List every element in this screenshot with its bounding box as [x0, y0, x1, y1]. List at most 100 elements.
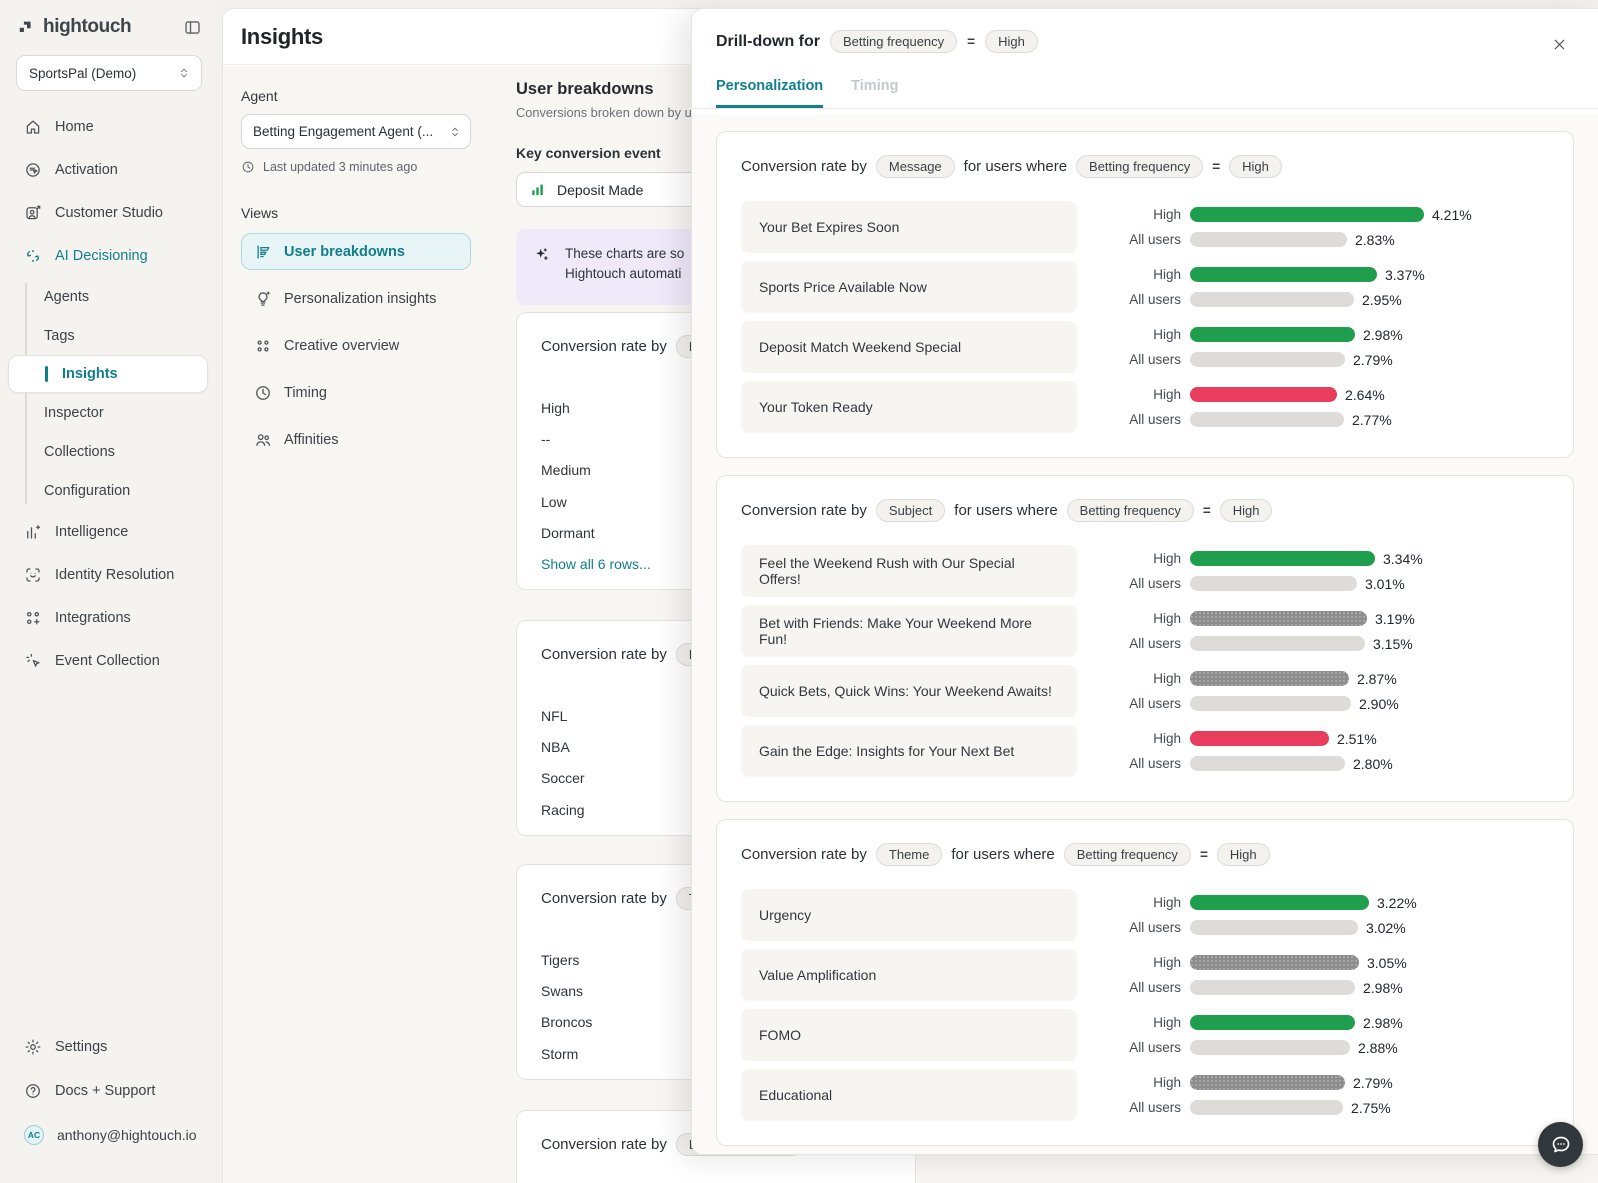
dimension-pill[interactable]: Theme [876, 843, 942, 866]
collapse-sidebar-icon[interactable] [183, 18, 202, 37]
chat-button[interactable] [1538, 1122, 1583, 1167]
sidebar-item-inspector[interactable]: Inspector [0, 393, 216, 432]
primary-series-label: High [1077, 731, 1181, 746]
baseline-bar-line: All users 3.02% [1077, 920, 1549, 936]
help-icon [24, 1082, 42, 1100]
sidebar-item-insights[interactable]: Insights [8, 355, 208, 393]
primary-bar-line: High 3.37% [1077, 267, 1549, 283]
baseline-series-label: All users [1077, 1040, 1181, 1055]
condition-value-pill[interactable]: High [1220, 499, 1273, 522]
baseline-series-label: All users [1077, 232, 1181, 247]
sidebar-item-configuration[interactable]: Configuration [0, 471, 216, 510]
primary-bar-line: High 4.21% [1077, 207, 1549, 223]
primary-bar [1190, 207, 1424, 222]
baseline-value: 2.75% [1351, 1100, 1391, 1116]
sidebar-item-event-collection[interactable]: Event Collection [0, 639, 216, 682]
view-item-creative-overview[interactable]: Creative overview [241, 327, 471, 364]
view-item-user-breakdowns[interactable]: User breakdowns [241, 233, 471, 270]
view-item-label: Timing [284, 385, 327, 401]
drilldown-value-pill[interactable]: High [985, 30, 1038, 53]
sidebar-item-intelligence[interactable]: Intelligence [0, 510, 216, 553]
row-bars: High 2.51% All users 2.80% [1077, 725, 1549, 777]
baseline-bar-line: All users 3.15% [1077, 636, 1549, 652]
row-label: Your Token Ready [741, 381, 1077, 433]
tab-personalization[interactable]: Personalization [716, 78, 823, 108]
sidebar-item-identity-resolution[interactable]: Identity Resolution [0, 553, 216, 596]
view-item-label: Personalization insights [284, 291, 436, 307]
workspace-selector[interactable]: SportsPal (Demo) [16, 55, 202, 91]
hightouch-logo-icon [16, 17, 36, 37]
equals-sign: = [1200, 847, 1208, 862]
condition-pill[interactable]: Betting frequency [1076, 155, 1203, 178]
row-bars: High 4.21% All users 2.83% [1077, 201, 1549, 253]
sidebar-item-integrations[interactable]: Integrations [0, 596, 216, 639]
views-label: Views [241, 205, 471, 221]
view-item-affinities[interactable]: Affinities [241, 421, 471, 458]
sidebar-item-label: Inspector [44, 405, 104, 421]
primary-value: 3.05% [1367, 955, 1407, 971]
sidebar-item-tags[interactable]: Tags [0, 316, 216, 355]
row-label: Quick Bets, Quick Wins: Your Weekend Awa… [741, 665, 1077, 717]
view-item-timing[interactable]: Timing [241, 374, 471, 411]
row-label: Educational [741, 1069, 1077, 1121]
equals-sign: = [1212, 159, 1220, 174]
baseline-bar [1190, 232, 1347, 247]
close-icon[interactable] [1546, 31, 1572, 57]
sidebar-item-settings[interactable]: Settings [0, 1025, 216, 1069]
condition-pill[interactable]: Betting frequency [1067, 499, 1194, 522]
sidebar-item-label: Configuration [44, 483, 130, 499]
drilldown-filter-pill[interactable]: Betting frequency [830, 30, 957, 53]
baseline-bar [1190, 696, 1351, 711]
last-updated: Last updated 3 minutes ago [241, 160, 471, 174]
sidebar-item-home[interactable]: Home [0, 105, 216, 148]
ai-banner-text: These charts are so Hightouch automati [565, 244, 684, 290]
primary-bar [1190, 895, 1369, 910]
sidebar-item-collections[interactable]: Collections [0, 432, 216, 471]
view-item-label: User breakdowns [284, 244, 405, 260]
equals-sign: = [1203, 503, 1211, 518]
row-bars: High 2.79% All users 2.75% [1077, 1069, 1549, 1121]
integrations-icon [24, 609, 42, 627]
baseline-bar [1190, 920, 1358, 935]
conversion-row-gain-the-edge-insights-for-your-next-bet: Gain the Edge: Insights for Your Next Be… [741, 725, 1549, 777]
sidebar-item-label: Event Collection [55, 653, 160, 669]
baseline-bar [1190, 292, 1354, 307]
clock-icon [241, 160, 255, 174]
sidebar-item-activation[interactable]: Activation [0, 148, 216, 191]
view-item-label: Affinities [284, 432, 339, 448]
drilldown-header: Drill-down for Betting frequency = High [692, 9, 1598, 53]
baseline-series-label: All users [1077, 696, 1181, 711]
primary-value: 3.34% [1383, 551, 1423, 567]
condition-value-pill[interactable]: High [1229, 155, 1282, 178]
agent-select[interactable]: Betting Engagement Agent (... [241, 114, 471, 149]
workspace-name: SportsPal (Demo) [29, 66, 136, 81]
condition-value-pill[interactable]: High [1217, 843, 1270, 866]
sidebar-item-docs-support[interactable]: Docs + Support [0, 1069, 216, 1113]
row-label: Value Amplification [741, 949, 1077, 1001]
account-email: anthony@hightouch.io [57, 1127, 197, 1143]
account-menu[interactable]: AC anthony@hightouch.io [0, 1113, 216, 1157]
baseline-value: 2.79% [1353, 352, 1393, 368]
sidebar-item-agents[interactable]: Agents [0, 277, 216, 316]
sidebar-item-ai-decisioning[interactable]: AI Decisioning [0, 234, 216, 277]
hightouch-logo: hightouch [16, 16, 131, 38]
dimension-pill[interactable]: Subject [876, 499, 945, 522]
tab-timing[interactable]: Timing [851, 78, 898, 108]
primary-bar [1190, 671, 1349, 686]
view-item-personalization-insights[interactable]: Personalization insights [241, 280, 471, 317]
primary-series-label: High [1077, 611, 1181, 626]
baseline-bar-line: All users 2.83% [1077, 232, 1549, 248]
primary-bar-line: High 2.79% [1077, 1075, 1549, 1091]
dimension-pill[interactable]: Message [876, 155, 955, 178]
condition-pill[interactable]: Betting frequency [1064, 843, 1191, 866]
sidebar-item-customer-studio[interactable]: Customer Studio [0, 191, 216, 234]
primary-bar [1190, 611, 1367, 626]
baseline-value: 2.98% [1363, 980, 1403, 996]
primary-bar-line: High 2.87% [1077, 671, 1549, 687]
ai-banner-line2: Hightouch automati [565, 264, 684, 284]
baseline-bar [1190, 1040, 1350, 1055]
row-bars: High 2.98% All users 2.79% [1077, 321, 1549, 373]
conversion-card-title: Conversion rate by Theme for users where… [741, 843, 1549, 866]
row-label: Sports Price Available Now [741, 261, 1077, 313]
primary-bar-line: High 2.98% [1077, 327, 1549, 343]
